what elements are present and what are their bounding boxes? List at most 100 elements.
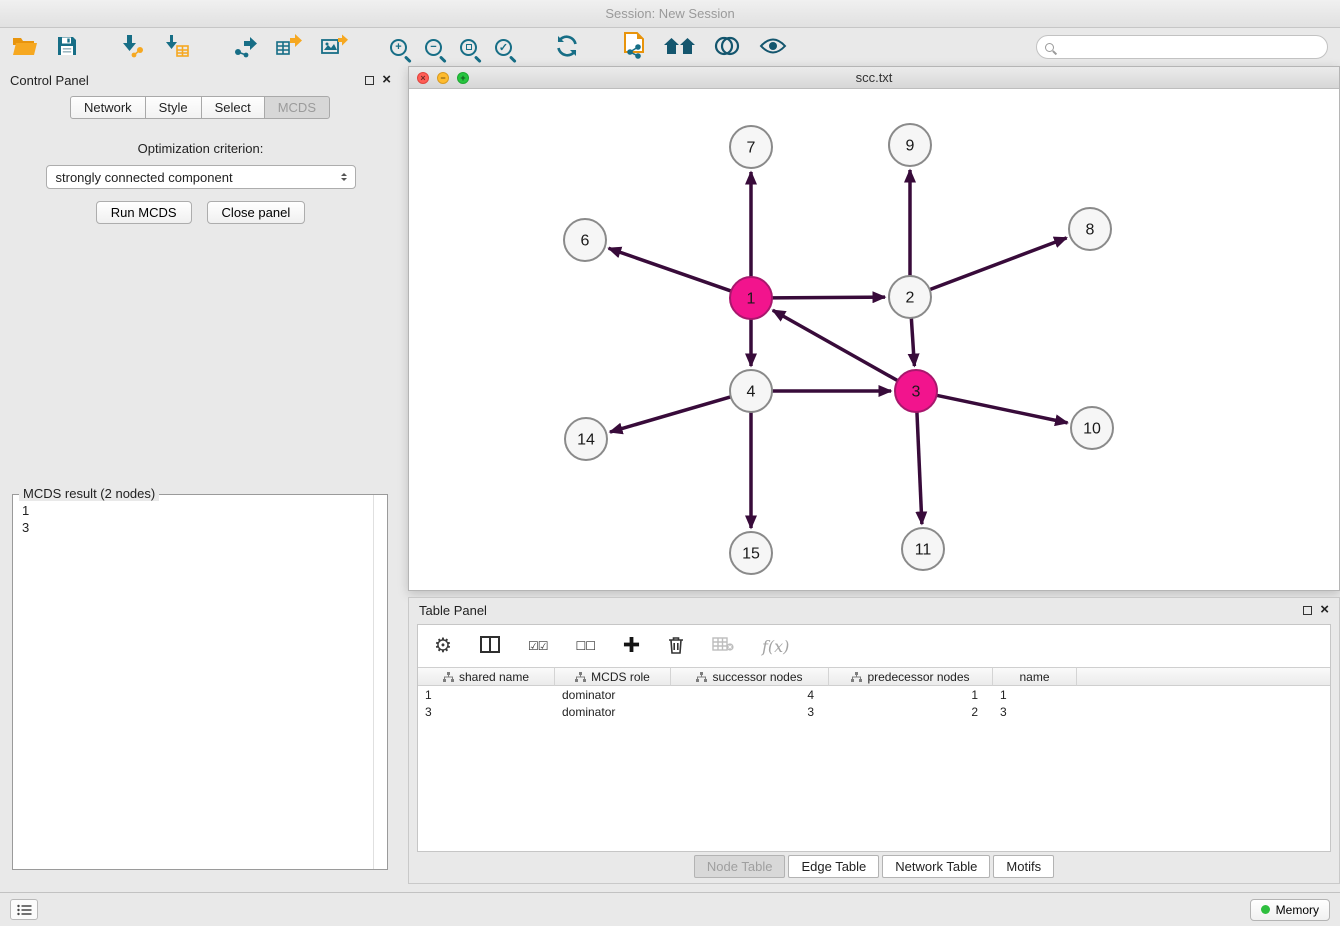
window-titlebar[interactable]: Session: New Session bbox=[0, 0, 1340, 28]
save-session-button[interactable] bbox=[56, 32, 78, 62]
close-table-panel-icon[interactable]: × bbox=[1320, 604, 1329, 616]
cell-shared-name[interactable]: 3 bbox=[418, 703, 555, 720]
tab-style[interactable]: Style bbox=[145, 96, 202, 119]
graph-edge-2-8[interactable] bbox=[930, 238, 1067, 290]
column-tree-icon bbox=[696, 672, 707, 682]
criterion-dropdown[interactable]: strongly connected component bbox=[46, 165, 356, 189]
cell-name[interactable]: 3 bbox=[993, 703, 1077, 720]
tab-node-table[interactable]: Node Table bbox=[694, 855, 786, 878]
open-session-button[interactable] bbox=[12, 32, 38, 62]
task-history-button[interactable] bbox=[10, 899, 38, 920]
graph-node-9[interactable]: 9 bbox=[889, 124, 931, 166]
network-window-titlebar[interactable]: × − + scc.txt bbox=[409, 67, 1339, 89]
float-table-panel-icon[interactable] bbox=[1303, 606, 1312, 615]
minimize-window-icon[interactable]: − bbox=[437, 72, 449, 84]
column-header-name[interactable]: name bbox=[993, 667, 1077, 686]
tab-edge-table[interactable]: Edge Table bbox=[788, 855, 879, 878]
add-row-button[interactable] bbox=[623, 631, 640, 661]
export-network-button[interactable] bbox=[232, 32, 258, 62]
function-builder-button[interactable]: f(x) bbox=[762, 631, 789, 661]
select-all-button[interactable]: ☑☑ bbox=[528, 631, 548, 661]
maximize-window-icon[interactable]: + bbox=[457, 72, 469, 84]
table-row[interactable]: 3 dominator 3 2 3 bbox=[418, 703, 1330, 720]
select-all-icon: ☑☑ bbox=[528, 639, 548, 653]
svg-text:4: 4 bbox=[747, 384, 756, 401]
zoom-in-button[interactable]: + bbox=[390, 32, 407, 62]
first-neighbors-button[interactable] bbox=[664, 32, 695, 62]
close-window-icon[interactable]: × bbox=[417, 72, 429, 84]
cell-mcds-role[interactable]: dominator bbox=[555, 703, 671, 720]
table-row[interactable]: 1 dominator 4 1 1 bbox=[418, 686, 1330, 703]
tab-mcds[interactable]: MCDS bbox=[264, 96, 330, 119]
delete-row-button[interactable] bbox=[668, 631, 684, 661]
graph-node-15[interactable]: 15 bbox=[730, 532, 772, 574]
graph-node-4[interactable]: 4 bbox=[730, 370, 772, 412]
export-image-button[interactable] bbox=[321, 32, 348, 62]
show-hide-button[interactable] bbox=[759, 32, 787, 62]
graph-edge-3-10[interactable] bbox=[937, 395, 1068, 423]
cell-name[interactable]: 1 bbox=[993, 686, 1077, 703]
tab-motifs[interactable]: Motifs bbox=[993, 855, 1054, 878]
graph-node-10[interactable]: 10 bbox=[1071, 407, 1113, 449]
column-header-successor-nodes[interactable]: successor nodes bbox=[671, 667, 829, 686]
graph-node-6[interactable]: 6 bbox=[564, 219, 606, 261]
delete-column-button[interactable] bbox=[712, 631, 734, 661]
column-header-shared-name[interactable]: shared name bbox=[418, 667, 555, 686]
graph-node-2[interactable]: 2 bbox=[889, 276, 931, 318]
tab-network-table[interactable]: Network Table bbox=[882, 855, 990, 878]
cell-predecessor-nodes[interactable]: 1 bbox=[829, 686, 993, 703]
dropdown-arrows-icon bbox=[341, 170, 355, 184]
network-from-selection-icon bbox=[622, 32, 646, 62]
network-from-selection-button[interactable] bbox=[622, 32, 646, 62]
deselect-all-button[interactable]: ☐☐ bbox=[575, 631, 595, 661]
open-session-icon bbox=[12, 35, 38, 59]
cell-successor-nodes[interactable]: 4 bbox=[671, 686, 829, 703]
search-input[interactable] bbox=[1059, 40, 1319, 54]
zoom-in-icon: + bbox=[390, 39, 407, 56]
graph-edge-1-2[interactable] bbox=[772, 297, 885, 298]
column-header-predecessor-nodes[interactable]: predecessor nodes bbox=[829, 667, 993, 686]
zoom-out-button[interactable]: − bbox=[425, 32, 442, 62]
zoom-selected-button[interactable]: ✓ bbox=[495, 32, 512, 62]
close-panel-icon[interactable]: × bbox=[382, 74, 391, 86]
result-scrollbar[interactable] bbox=[373, 495, 387, 869]
graph-node-14[interactable]: 14 bbox=[565, 418, 607, 460]
graph-edge-3-11[interactable] bbox=[917, 412, 922, 524]
graph-edge-3-1[interactable] bbox=[773, 310, 898, 380]
run-mcds-button[interactable]: Run MCDS bbox=[96, 201, 192, 224]
graph-edge-4-14[interactable] bbox=[610, 397, 731, 432]
graph-node-7[interactable]: 7 bbox=[730, 126, 772, 168]
memory-button[interactable]: Memory bbox=[1250, 899, 1330, 921]
zoom-fit-button[interactable] bbox=[460, 32, 477, 62]
table-settings-button[interactable]: ⚙ bbox=[434, 631, 452, 661]
venn-diagram-button[interactable] bbox=[713, 32, 741, 62]
export-image-icon bbox=[321, 34, 348, 61]
svg-text:7: 7 bbox=[747, 140, 756, 157]
cell-mcds-role[interactable]: dominator bbox=[555, 686, 671, 703]
list-icon bbox=[17, 904, 32, 916]
main-toolbar: + − ✓ bbox=[0, 28, 1340, 66]
column-header-mcds-role[interactable]: MCDS role bbox=[555, 667, 671, 686]
cell-successor-nodes[interactable]: 3 bbox=[671, 703, 829, 720]
cell-shared-name[interactable]: 1 bbox=[418, 686, 555, 703]
network-canvas[interactable]: 7 9 6 8 1 2 4 3 14 10 15 11 bbox=[409, 89, 1339, 590]
graph-node-8[interactable]: 8 bbox=[1069, 208, 1111, 250]
graph-edge-2-3[interactable] bbox=[911, 318, 914, 366]
import-table-button[interactable] bbox=[164, 32, 190, 62]
import-network-button[interactable] bbox=[120, 32, 146, 62]
graph-node-11[interactable]: 11 bbox=[902, 528, 944, 570]
tab-select[interactable]: Select bbox=[201, 96, 265, 119]
cell-predecessor-nodes[interactable]: 2 bbox=[829, 703, 993, 720]
close-panel-button[interactable]: Close panel bbox=[207, 201, 306, 224]
apply-layout-button[interactable] bbox=[554, 32, 580, 62]
export-table-button[interactable] bbox=[276, 32, 303, 62]
float-panel-icon[interactable] bbox=[365, 76, 374, 85]
graph-edge-1-6[interactable] bbox=[609, 248, 732, 291]
search-box[interactable] bbox=[1036, 35, 1328, 59]
graph-node-1[interactable]: 1 bbox=[730, 277, 772, 319]
zoom-fit-icon bbox=[460, 39, 477, 56]
search-icon bbox=[1045, 43, 1054, 52]
tab-network[interactable]: Network bbox=[70, 96, 146, 119]
split-columns-button[interactable] bbox=[480, 631, 500, 661]
graph-node-3[interactable]: 3 bbox=[895, 370, 937, 412]
